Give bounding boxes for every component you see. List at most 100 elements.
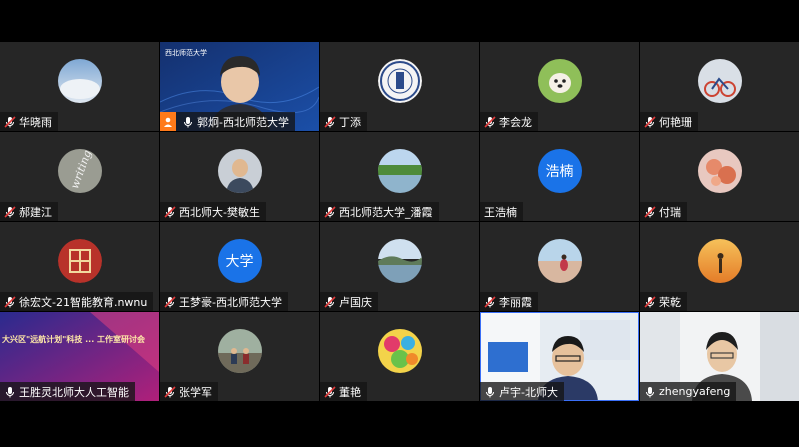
participant-name: 郝建江 — [19, 205, 52, 219]
participant-name: 王梦豪-西北师范大学 — [179, 295, 282, 309]
mic-muted-icon — [484, 295, 496, 308]
banner-title: 大兴区"远航计划"科技 ... 工作室研讨会 — [2, 335, 146, 344]
participant-name: 董艳 — [339, 385, 361, 399]
mic-muted-icon — [4, 295, 16, 308]
participant-name: 华晓雨 — [19, 115, 52, 129]
beach-photo-icon — [537, 239, 582, 284]
participant-name: 卢宇-北师大 — [499, 385, 558, 399]
participant-tile[interactable]: 卢宇-北师大 — [480, 312, 639, 401]
university-seal-icon — [377, 59, 422, 104]
participant-name: 荣乾 — [659, 295, 681, 309]
lake-photo-icon — [377, 149, 422, 194]
avatar — [377, 149, 422, 194]
participant-tile[interactable]: 西北师大-樊敏生 — [160, 132, 319, 221]
mic-muted-icon — [324, 205, 336, 218]
participant-tile[interactable]: 大兴区"远航计划"科技 ... 工作室研讨会 王胜灵北师大人工智能 — [0, 312, 159, 401]
avatar — [217, 149, 262, 194]
person-photo-icon — [217, 149, 262, 194]
nameplate: 董艳 — [320, 382, 367, 401]
avatar — [697, 149, 742, 194]
participant-tile[interactable]: 何艳珊 — [640, 42, 799, 131]
participant-name: 西北师大-樊敏生 — [179, 205, 260, 219]
participant-tile[interactable]: 张学军 — [160, 312, 319, 401]
mic-muted-icon — [4, 205, 16, 218]
participant-tile[interactable]: 徐宏文-21智能教育.nwnu — [0, 222, 159, 311]
participant-tile[interactable]: 西北师范大学 郭炯-西北师范大学 — [160, 42, 319, 131]
mic-muted-icon — [324, 115, 336, 128]
participant-name: 王浩楠 — [484, 205, 517, 219]
nameplate: 徐宏文-21智能教育.nwnu — [0, 292, 154, 311]
nameplate: 丁添 — [320, 112, 367, 131]
writing-text-icon: writing — [67, 149, 94, 191]
participant-tile[interactable]: 荣乾 — [640, 222, 799, 311]
mic-muted-icon — [164, 295, 176, 308]
participant-name: 西北师范大学_潘霞 — [339, 205, 433, 219]
mic-muted-icon — [644, 295, 656, 308]
avatar — [697, 59, 742, 104]
avatar — [537, 239, 582, 284]
text-avatar: 浩楠 — [537, 149, 582, 194]
flower-photo-icon — [697, 149, 742, 194]
mic-muted-icon — [164, 205, 176, 218]
mic-muted-icon — [484, 115, 496, 128]
nameplate: zhengyafeng — [640, 382, 737, 401]
participant-name: 何艳珊 — [659, 115, 692, 129]
host-icon — [160, 112, 176, 131]
nameplate: 付瑞 — [640, 202, 687, 221]
nameplate: 西北师范大学_潘霞 — [320, 202, 439, 221]
nameplate: 郝建江 — [0, 202, 58, 221]
sky-photo-icon — [57, 59, 102, 104]
dog-photo-icon — [537, 59, 582, 104]
mic-muted-icon — [324, 295, 336, 308]
balloon-photo-icon — [377, 329, 422, 374]
avatar — [217, 329, 262, 374]
avatar — [377, 59, 422, 104]
participant-name: zhengyafeng — [659, 385, 731, 398]
mic-muted-icon — [644, 205, 656, 218]
nameplate: 王浩楠 — [480, 202, 523, 221]
participant-tile[interactable]: writing 郝建江 — [0, 132, 159, 221]
participant-name: 徐宏文-21智能教育.nwnu — [19, 295, 148, 309]
nameplate: 王梦豪-西北师范大学 — [160, 292, 288, 311]
mic-muted-icon — [324, 385, 336, 398]
nameplate: 李会龙 — [480, 112, 538, 131]
nameplate: 荣乾 — [640, 292, 687, 311]
participant-tile[interactable]: 卢国庆 — [320, 222, 479, 311]
avatar — [377, 329, 422, 374]
nameplate: 西北师大-樊敏生 — [160, 202, 266, 221]
mic-muted-icon — [644, 115, 656, 128]
participant-name: 张学军 — [179, 385, 212, 399]
bicycle-photo-icon — [697, 59, 742, 104]
participant-tile[interactable]: 李丽霞 — [480, 222, 639, 311]
mic-icon — [6, 386, 14, 397]
participant-tile[interactable]: 丁添 — [320, 42, 479, 131]
participant-tile[interactable]: 李会龙 — [480, 42, 639, 131]
nameplate: 何艳珊 — [640, 112, 698, 131]
mic-muted-icon — [4, 115, 16, 128]
text-avatar: 大学 — [217, 239, 262, 284]
participant-tile[interactable]: 付瑞 — [640, 132, 799, 221]
sunset-photo-icon — [697, 239, 742, 284]
participant-tile[interactable]: 浩楠 王浩楠 — [480, 132, 639, 221]
participant-tile[interactable]: 董艳 — [320, 312, 479, 401]
landscape-photo-icon — [377, 239, 422, 284]
nameplate: 华晓雨 — [0, 112, 58, 131]
participant-tile[interactable]: 大学 王梦豪-西北师范大学 — [160, 222, 319, 311]
mic-icon — [184, 116, 192, 127]
participant-tile[interactable]: 西北师范大学_潘霞 — [320, 132, 479, 221]
avatar — [377, 239, 422, 284]
avatar — [697, 239, 742, 284]
nameplate: 王胜灵北师大人工智能 — [0, 382, 135, 401]
participant-tile[interactable]: zhengyafeng — [640, 312, 799, 401]
participant-tile[interactable]: 华晓雨 — [0, 42, 159, 131]
university-watermark: 西北师范大学 — [165, 49, 207, 57]
mic-muted-icon — [164, 385, 176, 398]
avatar — [537, 59, 582, 104]
participant-name: 李丽霞 — [499, 295, 532, 309]
participant-name: 卢国庆 — [339, 295, 372, 309]
participant-name: 付瑞 — [659, 205, 681, 219]
nameplate: 卢宇-北师大 — [480, 382, 564, 401]
participant-grid: 华晓雨 西北师范大学 郭炯-西北师范大学 丁添 李会龙 何艳珊 writing … — [0, 42, 799, 403]
mic-icon — [646, 386, 654, 397]
nameplate: 张学军 — [160, 382, 218, 401]
